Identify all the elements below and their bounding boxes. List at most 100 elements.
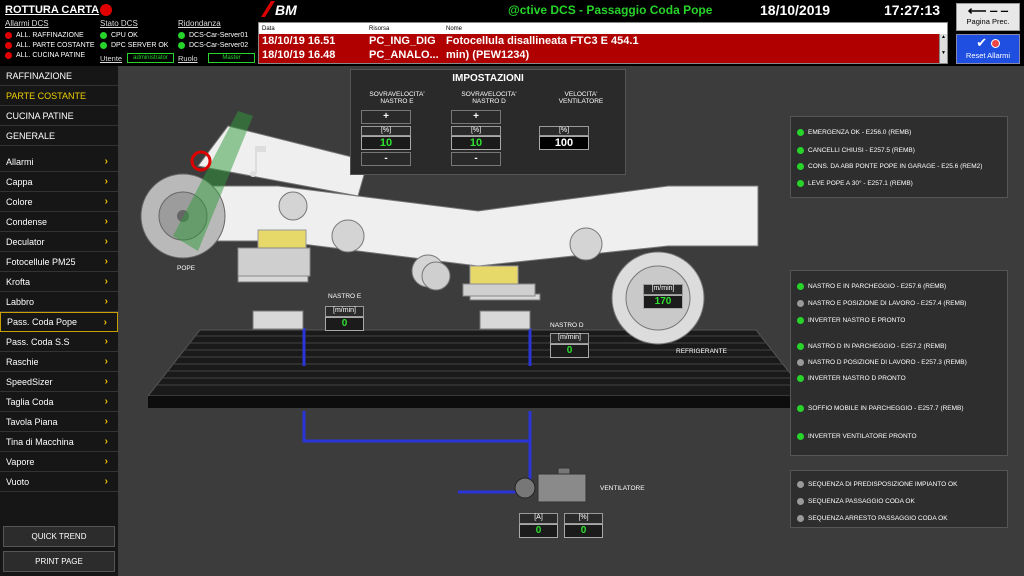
col-header-data: Data bbox=[262, 25, 275, 32]
col3-label-line1: VELOCITA' bbox=[564, 91, 598, 98]
nastro-e-overspeed-value[interactable]: 10 bbox=[361, 136, 411, 150]
fan-current-unit: [A] bbox=[519, 513, 558, 524]
sidebar-item-pass-coda-s-s[interactable]: Pass. Coda S.S › bbox=[0, 332, 118, 352]
sidebar: RAFFINAZIONE PARTE COSTANTE CUCINA PATIN… bbox=[0, 66, 118, 576]
status-row: DCS-Car-Server02 bbox=[178, 40, 248, 50]
chevron-right-icon: › bbox=[104, 376, 108, 387]
status-led-icon bbox=[797, 359, 804, 366]
sidebar-item-tavola-piana[interactable]: Tavola Piana › bbox=[0, 412, 118, 432]
sequence-status-panel: SEQUENZA DI PREDISPOSIZIONE IMPIANTO OK S… bbox=[790, 470, 1008, 528]
sidebar-item-label: Vuoto bbox=[6, 476, 30, 487]
status-item-label: NASTRO D IN PARCHEGGIO - E257.2 (REMB) bbox=[808, 343, 947, 350]
nav-cucina-patine[interactable]: CUCINA PATINE bbox=[0, 106, 118, 126]
status-item: LEVE POPE A 30° - E257.1 (REMB) bbox=[797, 180, 913, 187]
status-item-label: SEQUENZA ARRESTO PASSAGGIO CODA OK bbox=[808, 515, 948, 522]
status-row: ALL. PARTE COSTANTE bbox=[5, 40, 95, 50]
ventilatore-label: VENTILATORE bbox=[600, 485, 645, 492]
nastro-e-plus-button[interactable]: + bbox=[361, 110, 411, 124]
stato-dcs-title: Stato DCS bbox=[100, 19, 138, 28]
status-led-icon bbox=[797, 147, 804, 154]
sidebar-item-cappa[interactable]: Cappa › bbox=[0, 172, 118, 192]
chevron-right-icon: › bbox=[104, 456, 108, 467]
col1-label-line1: SOVRAVELOCITA' bbox=[369, 91, 425, 98]
alarm-name: min) (PEW1234) bbox=[446, 49, 530, 61]
main-area: POPE NASTRO E [m/min] 0 NASTRO D [m/min]… bbox=[118, 66, 1024, 576]
sidebar-item-label: Labbro bbox=[6, 296, 35, 307]
col3-label: VELOCITA' VENTILATORE bbox=[535, 91, 627, 105]
roll-speed-value: 170 bbox=[643, 295, 683, 309]
nastro-e-label: NASTRO E bbox=[328, 293, 362, 300]
sidebar-item-labbro[interactable]: Labbro › bbox=[0, 292, 118, 312]
status-item-label: SEQUENZA DI PREDISPOSIZIONE IMPIANTO OK bbox=[808, 481, 958, 488]
bm-logo-icon: BM bbox=[261, 1, 297, 18]
sidebar-item-raschie[interactable]: Raschie › bbox=[0, 352, 118, 372]
sidebar-item-pass-coda-pope[interactable]: Pass. Coda Pope › bbox=[0, 312, 118, 332]
scroll-up-icon[interactable]: ▲ bbox=[940, 34, 947, 40]
nastro-d-plus-button[interactable]: + bbox=[451, 110, 501, 124]
status-item-label: INVERTER NASTRO D PRONTO bbox=[808, 375, 906, 382]
checkmark-icon: ✔ bbox=[957, 35, 1019, 51]
safety-status-panel: EMERGENZA OK - E256.0 (REMB) CANCELLI CHI… bbox=[790, 116, 1008, 198]
alarm-table-header: Data Risorsa Nome bbox=[259, 23, 947, 34]
green-led-icon bbox=[100, 41, 107, 49]
status-row: ALL. RAFFINAZIONE bbox=[5, 30, 95, 40]
sidebar-item-colore[interactable]: Colore › bbox=[0, 192, 118, 212]
nastro-e-minus-button[interactable]: - bbox=[361, 152, 411, 166]
status-item: CANCELLI CHIUSI - E257.5 (REMB) bbox=[797, 147, 915, 154]
status-row: DPC SERVER OK bbox=[100, 40, 168, 50]
nastro-d-overspeed-value[interactable]: 10 bbox=[451, 136, 501, 150]
col1-label-line2: NASTRO E bbox=[380, 98, 414, 105]
status-led-icon bbox=[797, 163, 804, 170]
conveyor-status-panel: NASTRO E IN PARCHEGGIO - E257.6 (REMB) NA… bbox=[790, 270, 1008, 456]
status-item-label: NASTRO E IN PARCHEGGIO - E257.6 (REMB) bbox=[808, 283, 947, 290]
scroll-down-icon[interactable]: ▼ bbox=[940, 50, 947, 56]
print-page-button[interactable]: PRINT PAGE bbox=[3, 551, 115, 572]
sidebar-item-condense[interactable]: Condense › bbox=[0, 212, 118, 232]
sidebar-item-vapore[interactable]: Vapore › bbox=[0, 452, 118, 472]
status-led-icon bbox=[797, 343, 804, 350]
chevron-right-icon: › bbox=[104, 176, 108, 187]
alarm-resource: PC_ING_DIG bbox=[369, 35, 436, 47]
alarm-table[interactable]: Data Risorsa Nome 18/10/19 16.51 PC_ING_… bbox=[258, 22, 948, 64]
sidebar-item-vuoto[interactable]: Vuoto › bbox=[0, 472, 118, 492]
status-row: DCS-Car-Server01 bbox=[178, 30, 248, 40]
chevron-right-icon: › bbox=[104, 156, 108, 167]
bm-logo: BM bbox=[261, 1, 305, 22]
nastro-e-pct-unit: [%] bbox=[361, 126, 411, 136]
status-label: CPU OK bbox=[111, 31, 138, 39]
status-item: INVERTER NASTRO E PRONTO bbox=[797, 317, 905, 324]
nav-generale[interactable]: GENERALE bbox=[0, 126, 118, 146]
pope-label: POPE bbox=[177, 265, 196, 272]
sidebar-item-deculator[interactable]: Deculator › bbox=[0, 232, 118, 252]
status-led-icon bbox=[797, 300, 804, 307]
chevron-right-icon: › bbox=[103, 316, 107, 328]
fan-setpoint-value[interactable]: 100 bbox=[539, 136, 589, 150]
alarm-name: Fotocellula disallineata FTC3 E 454.1 bbox=[446, 35, 639, 47]
nastro-d-value: 0 bbox=[550, 344, 589, 358]
fan-setpoint-unit: [%] bbox=[539, 126, 589, 136]
nav-parte-costante[interactable]: PARTE COSTANTE bbox=[0, 86, 118, 106]
status-row: ALL. CUCINA PATINE bbox=[5, 50, 95, 60]
reset-alarms-button[interactable]: ✔ Reset Allarmi bbox=[956, 34, 1020, 64]
alarm-resource: PC_ANALO... bbox=[369, 49, 439, 61]
sidebar-item-fotocellule-pm25[interactable]: Fotocellule PM25 › bbox=[0, 252, 118, 272]
alarm-scrollbar[interactable]: ▲ ▼ bbox=[939, 34, 947, 63]
status-led-icon bbox=[797, 283, 804, 290]
nastro-d-unit: [m/min] bbox=[550, 333, 589, 344]
nav-raffinazione[interactable]: RAFFINAZIONE bbox=[0, 66, 118, 86]
sidebar-item-speedsizer[interactable]: SpeedSizer › bbox=[0, 372, 118, 392]
sidebar-item-krofta[interactable]: Krofta › bbox=[0, 272, 118, 292]
stato-dcs-group: Stato DCS CPU OK DPC SERVER OK bbox=[100, 19, 168, 50]
table-row[interactable]: 18/10/19 16.48 PC_ANALO... min) (PEW1234… bbox=[259, 48, 947, 62]
table-row[interactable]: 18/10/19 16.51 PC_ING_DIG Fotocellula di… bbox=[259, 34, 947, 48]
sidebar-item-taglia-coda[interactable]: Taglia Coda › bbox=[0, 392, 118, 412]
sidebar-item-label: Cappa bbox=[6, 176, 33, 187]
page-prec-button[interactable]: ⟵ ‒ ‒ Pagina Prec. bbox=[956, 3, 1020, 31]
sidebar-item-tina-di-macchina[interactable]: Tina di Macchina › bbox=[0, 432, 118, 452]
status-item-label: LEVE POPE A 30° - E257.1 (REMB) bbox=[808, 180, 913, 187]
nastro-d-minus-button[interactable]: - bbox=[451, 152, 501, 166]
quick-trend-button[interactable]: QUICK TREND bbox=[3, 526, 115, 547]
green-led-icon bbox=[178, 31, 185, 39]
allarmi-dcs-group: Allarmi DCS ALL. RAFFINAZIONE ALL. PARTE… bbox=[5, 19, 95, 60]
sidebar-item-allarmi[interactable]: Allarmi › bbox=[0, 152, 118, 172]
